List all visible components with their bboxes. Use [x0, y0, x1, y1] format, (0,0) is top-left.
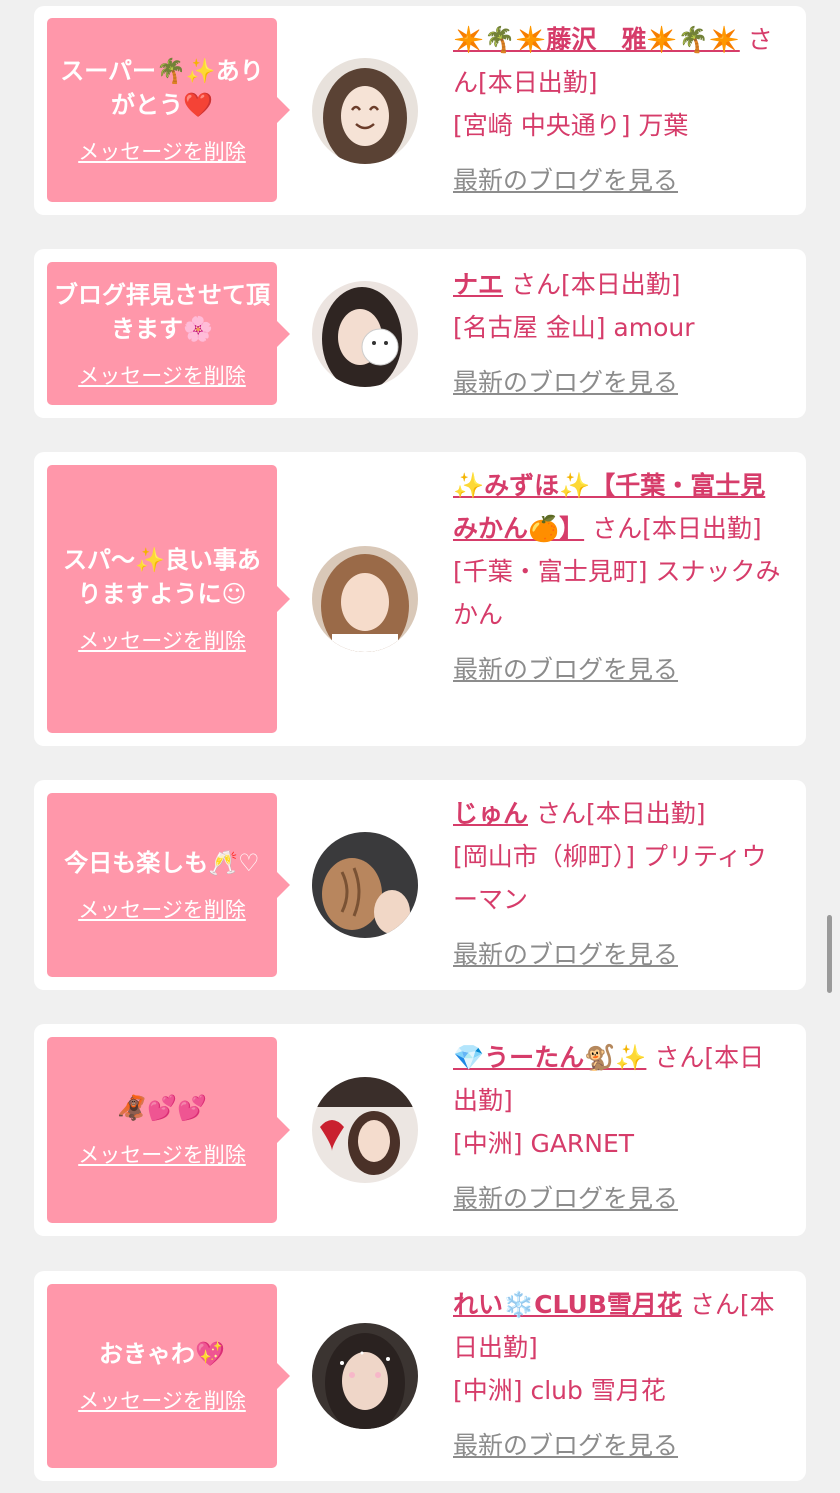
message-text: 🦧💕💕 — [117, 1094, 207, 1122]
avatar[interactable] — [312, 58, 418, 164]
latest-blog-link[interactable]: 最新のブログを見る — [453, 361, 678, 404]
cast-suffix: さん[本日出勤] — [510, 270, 681, 299]
cast-info: れい❄️CLUB雪月花 さん[本日出勤] [中洲] club 雪月花 最新のブロ… — [453, 1283, 784, 1467]
cast-name-link[interactable]: れい❄️CLUB雪月花 — [453, 1290, 682, 1319]
delete-message-link[interactable]: メッセージを削除 — [78, 1385, 246, 1415]
latest-blog-link[interactable]: 最新のブログを見る — [453, 1424, 678, 1467]
shop-info: [名古屋 金山] amour — [453, 313, 695, 342]
message-bubble: おきゃわ💖 メッセージを削除 — [47, 1284, 290, 1468]
message-bubble: スパ〜✨良い事ありますように☺ メッセージを削除 — [47, 465, 290, 733]
scrollbar[interactable] — [827, 915, 832, 993]
shop-info: [宮崎 中央通り] 万葉 — [453, 111, 689, 140]
avatar[interactable] — [312, 281, 418, 387]
delete-message-link[interactable]: メッセージを削除 — [78, 360, 246, 390]
message-bubble: スーパー🌴✨ありがとう❤️ メッセージを削除 — [47, 18, 290, 202]
message-text: スーパー🌴✨ありがとう❤️ — [60, 57, 264, 119]
avatar[interactable] — [312, 546, 418, 652]
message-card: 🦧💕💕 メッセージを削除 💎うーたん🐒✨ さん[本日出勤] [中洲] GARNE… — [34, 1024, 806, 1236]
cast-name-link[interactable]: ✴️🌴✴️藤沢 雅✴️🌴✴️ — [453, 25, 740, 54]
shop-info: [中洲] club 雪月花 — [453, 1376, 666, 1405]
avatar[interactable] — [312, 832, 418, 938]
cast-info: ✨みずほ✨【千葉・富士見みかん🍊】 さん[本日出勤] [千葉・富士見町] スナッ… — [453, 464, 784, 691]
cast-name-link[interactable]: じゅん — [453, 799, 528, 828]
cast-info: ナエ さん[本日出勤] [名古屋 金山] amour 最新のブログを見る — [453, 263, 784, 404]
delete-message-link[interactable]: メッセージを削除 — [78, 136, 246, 166]
message-card: スパ〜✨良い事ありますように☺ メッセージを削除 ✨みずほ✨【千葉・富士見みかん… — [34, 452, 806, 746]
shop-info: [岡山市（柳町）] プリティウーマン — [453, 842, 767, 914]
message-text: スパ〜✨良い事ありますように☺ — [63, 546, 261, 608]
message-card: ブログ拝見させて頂きます🌸 メッセージを削除 ナエ さん[本日出勤] [名古屋 … — [34, 249, 806, 418]
message-text: ブログ拝見させて頂きます🌸 — [54, 280, 270, 343]
avatar[interactable] — [312, 1077, 418, 1183]
latest-blog-link[interactable]: 最新のブログを見る — [453, 1177, 678, 1220]
delete-message-link[interactable]: メッセージを削除 — [78, 1139, 246, 1169]
cast-info: じゅん さん[本日出勤] [岡山市（柳町）] プリティウーマン 最新のブログを見… — [453, 792, 784, 976]
cast-name-link[interactable]: ナエ — [453, 270, 503, 299]
latest-blog-link[interactable]: 最新のブログを見る — [453, 159, 678, 202]
cast-suffix: さん[本日出勤] — [535, 799, 706, 828]
message-card: おきゃわ💖 メッセージを削除 れい❄️CLUB雪月花 さん[本日出勤] [中洲]… — [34, 1271, 806, 1481]
cast-info: ✴️🌴✴️藤沢 雅✴️🌴✴️ さん[本日出勤] [宮崎 中央通り] 万葉 最新の… — [453, 18, 784, 202]
message-bubble: 🦧💕💕 メッセージを削除 — [47, 1037, 290, 1223]
delete-message-link[interactable]: メッセージを削除 — [78, 894, 246, 924]
message-bubble: 今日も楽しも🥂♡ メッセージを削除 — [47, 793, 290, 977]
message-text: 今日も楽しも🥂♡ — [64, 849, 260, 877]
message-bubble: ブログ拝見させて頂きます🌸 メッセージを削除 — [47, 262, 290, 405]
latest-blog-link[interactable]: 最新のブログを見る — [453, 648, 678, 691]
message-card: 今日も楽しも🥂♡ メッセージを削除 じゅん さん[本日出勤] [岡山市（柳町）]… — [34, 780, 806, 990]
delete-message-link[interactable]: メッセージを削除 — [78, 625, 246, 655]
latest-blog-link[interactable]: 最新のブログを見る — [453, 933, 678, 976]
message-text: おきゃわ💖 — [99, 1340, 225, 1368]
shop-info: [中洲] GARNET — [453, 1129, 635, 1158]
cast-suffix: さん[本日出勤] — [592, 514, 762, 543]
shop-info: [千葉・富士見町] スナックみかん — [453, 557, 781, 629]
cast-name-link[interactable]: 💎うーたん🐒✨ — [453, 1043, 646, 1072]
avatar[interactable] — [312, 1323, 418, 1429]
message-card: スーパー🌴✨ありがとう❤️ メッセージを削除 ✴️🌴✴️藤沢 雅✴️🌴✴️ さん… — [34, 6, 806, 215]
cast-info: 💎うーたん🐒✨ さん[本日出勤] [中洲] GARNET 最新のブログを見る — [453, 1036, 784, 1220]
